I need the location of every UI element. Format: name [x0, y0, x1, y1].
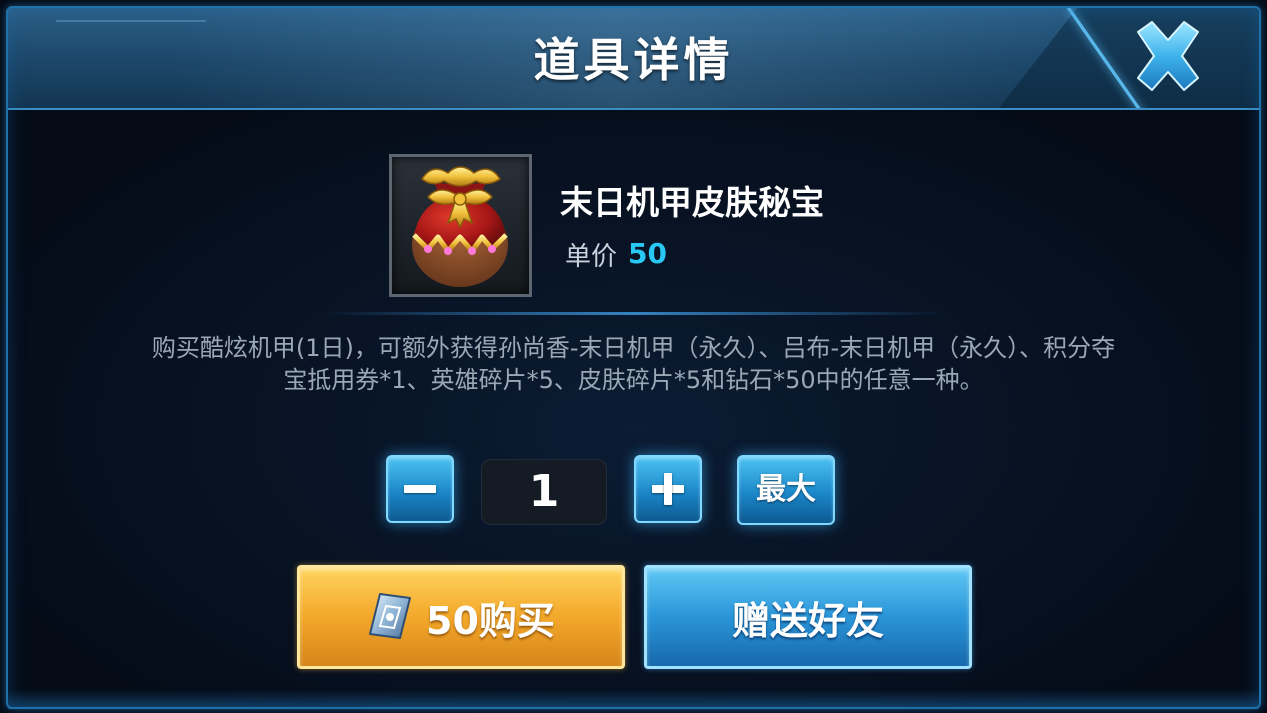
increase-quantity-button[interactable]	[634, 455, 702, 523]
item-description: 购买酷炫机甲(1日)，可额外获得孙尚香-末日机甲（永久）、吕布-末日机甲（永久）…	[151, 334, 1116, 394]
item-icon-frame	[389, 154, 532, 297]
voucher-coupon-icon	[369, 593, 411, 639]
gift-button-label: 赠送好友	[731, 599, 884, 643]
price-value: 50	[628, 237, 667, 270]
gift-to-friend-button[interactable]: 赠送好友	[644, 565, 972, 669]
decrease-quantity-button[interactable]	[386, 455, 454, 523]
minus-icon	[404, 485, 436, 493]
close-button[interactable]	[1128, 18, 1208, 94]
dialog-title: 道具详情	[533, 33, 734, 87]
close-x-icon	[1137, 21, 1199, 91]
item-detail-dialog: 道具详情 末日机甲皮肤秘宝 单价 50 购买酷炫机甲(1日)，可额外获得孙尚香-…	[0, 0, 1267, 713]
buy-button[interactable]: 50购买	[297, 565, 625, 669]
quantity-input[interactable]	[481, 459, 607, 525]
item-name: 末日机甲皮肤秘宝	[560, 183, 824, 222]
lucky-bag-icon	[412, 166, 508, 287]
buy-button-label: 50购买	[426, 599, 555, 643]
section-divider	[320, 312, 947, 315]
max-quantity-button[interactable]: 最大	[737, 455, 835, 525]
price-label: 单价	[565, 242, 618, 272]
plus-icon-vertical	[664, 473, 672, 505]
bottom-glow	[8, 689, 1259, 709]
